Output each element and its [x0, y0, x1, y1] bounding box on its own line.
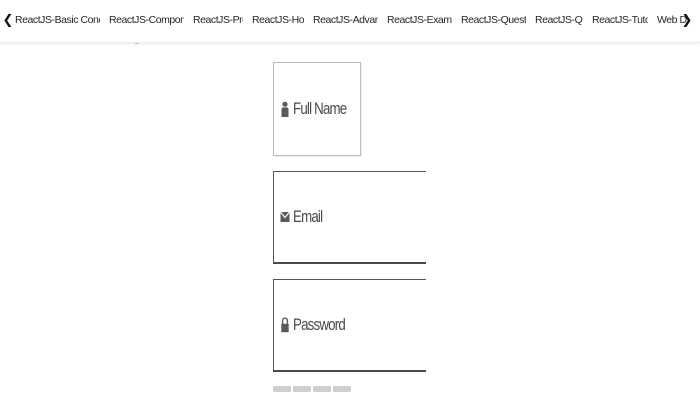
tab-reactjs-examples[interactable]: ReactJS-Examples [387, 13, 452, 31]
tab-reactjs-quiz[interactable]: ReactJS-Quiz [535, 13, 583, 31]
envelope-icon [280, 209, 290, 225]
topic-tab-bar: ❮ ReactJS-Basic Concepts ReactJS-Compone… [0, 0, 700, 43]
loading-segment [293, 386, 311, 392]
tab-reactjs-hooks[interactable]: ReactJS-Hooks [252, 13, 304, 31]
topic-tabs: ReactJS-Basic Concepts ReactJS-Component… [15, 13, 687, 31]
loading-placeholder [273, 386, 351, 392]
loading-segment [273, 386, 291, 392]
full-name-field[interactable]: Full Name [273, 62, 361, 156]
password-placeholder: Password [293, 315, 346, 334]
user-icon [280, 101, 289, 117]
email-field[interactable]: Email [273, 171, 426, 264]
loading-segment [313, 386, 331, 392]
chevron-right-icon[interactable]: ❯ [682, 12, 693, 28]
email-placeholder: Email [293, 207, 323, 226]
password-field[interactable]: Password [273, 279, 426, 372]
tab-reactjs-questions[interactable]: ReactJS-Questions [461, 13, 526, 31]
tab-reactjs-props[interactable]: ReactJS-Props [193, 13, 243, 31]
full-name-placeholder: Full Name [293, 99, 347, 118]
tab-reactjs-advanced[interactable]: ReactJS-Advanced [313, 13, 378, 31]
page: ❮ ReactJS-Basic Concepts ReactJS-Compone… [0, 0, 700, 400]
tab-reactjs-tutorial[interactable]: ReactJS-Tutorial [592, 13, 648, 31]
tab-reactjs-components[interactable]: ReactJS-Components [109, 13, 184, 31]
lock-icon [280, 317, 289, 333]
chevron-left-icon[interactable]: ❮ [3, 12, 14, 28]
loading-segment [333, 386, 351, 392]
tab-reactjs-basic-concepts[interactable]: ReactJS-Basic Concepts [15, 13, 100, 31]
